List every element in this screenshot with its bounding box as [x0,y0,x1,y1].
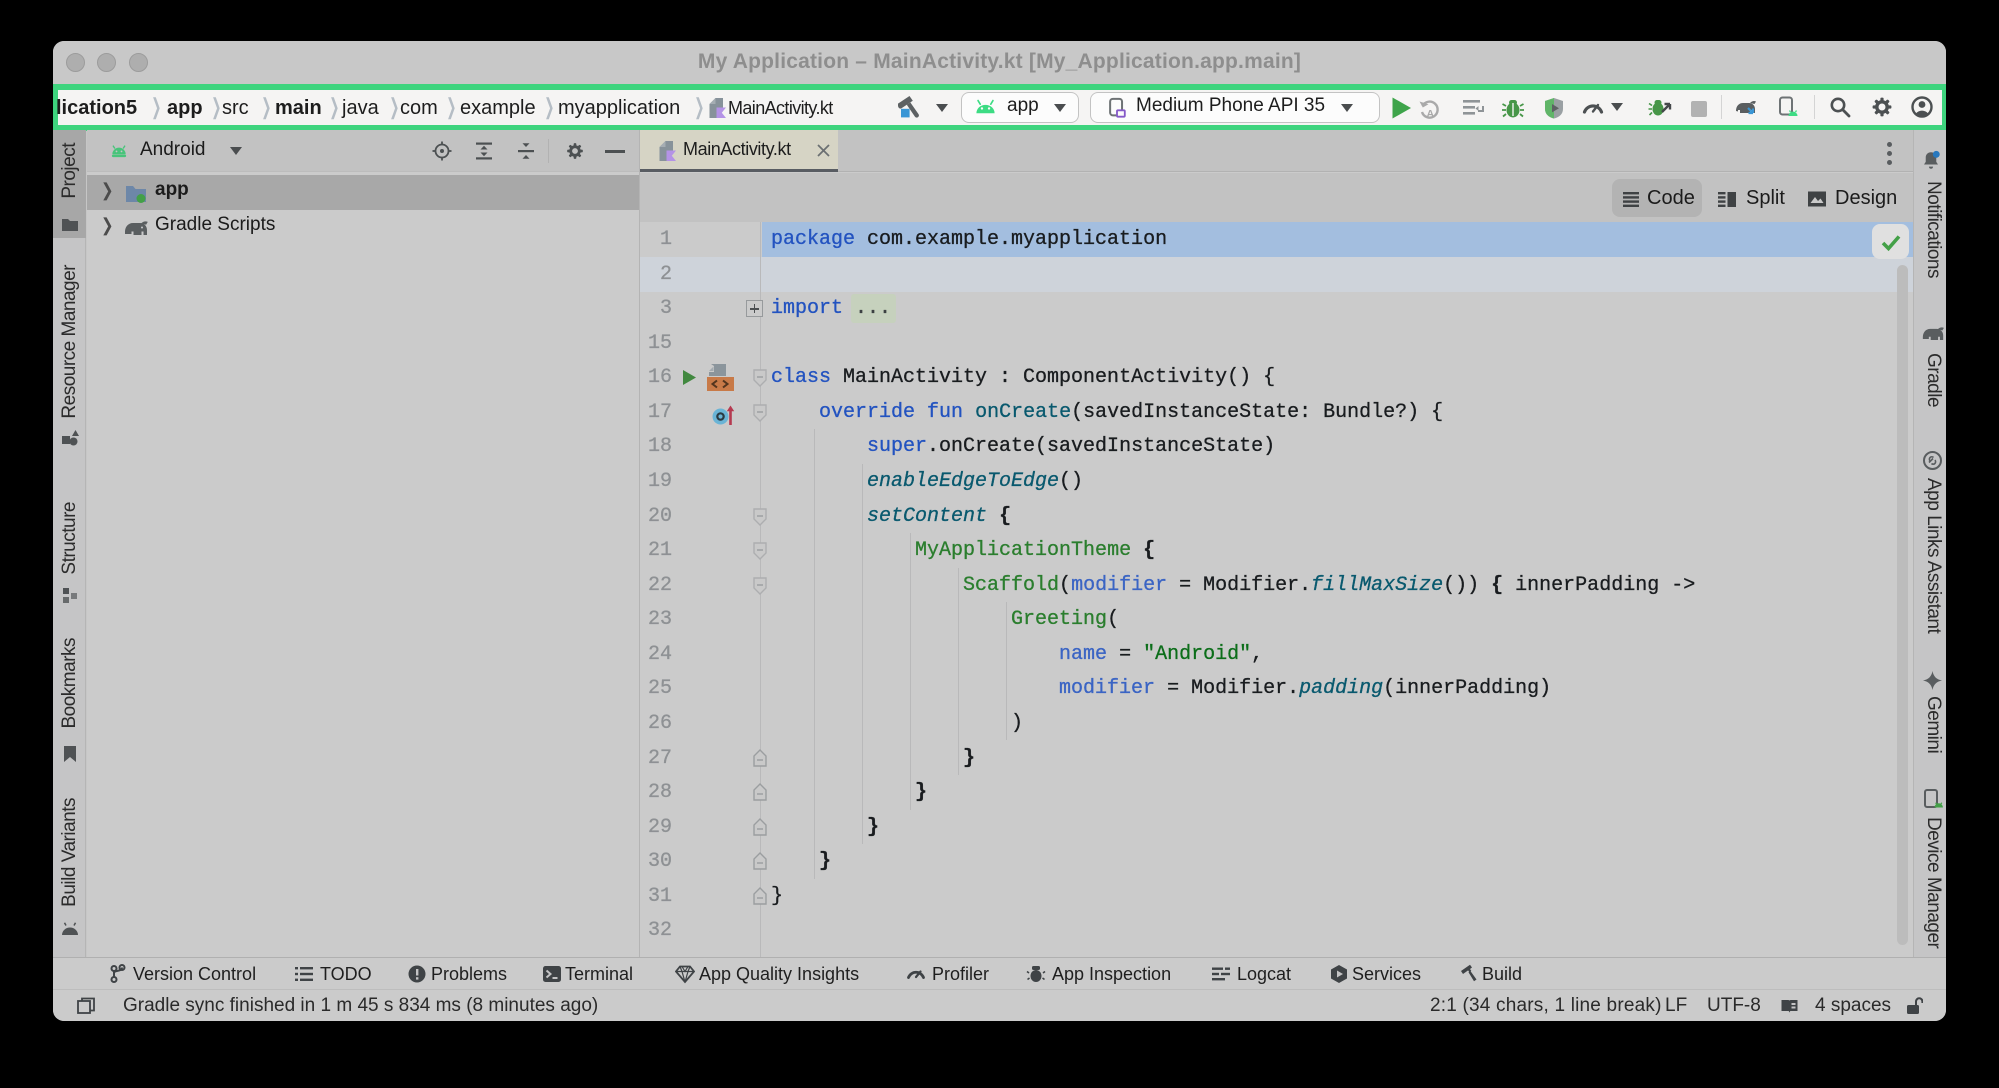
svg-text:A: A [1427,108,1435,120]
